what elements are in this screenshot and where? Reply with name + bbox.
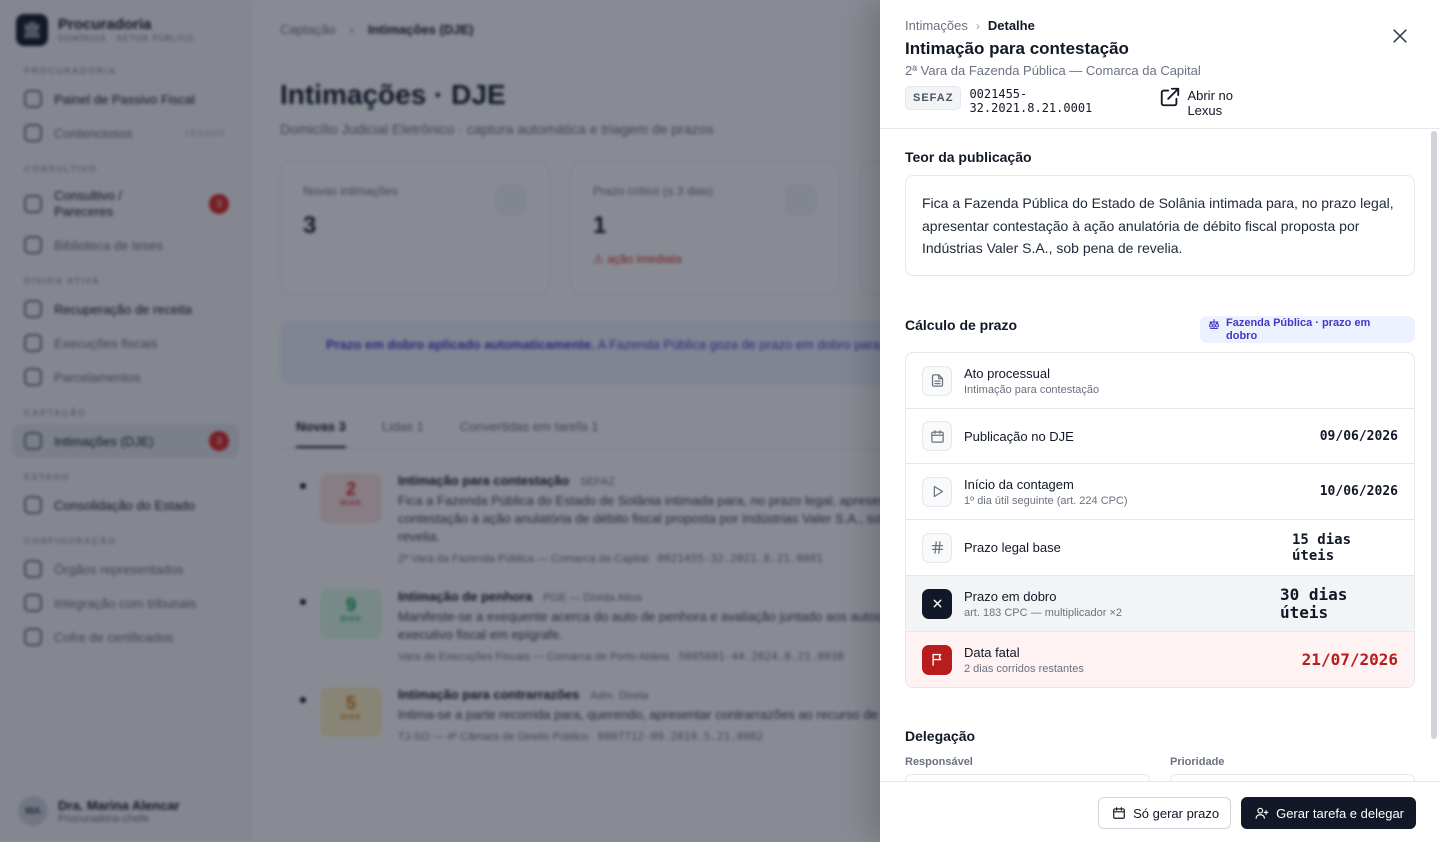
- pill-label: Fazenda Pública · prazo em dobro: [1226, 317, 1371, 342]
- open-lexus-link[interactable]: Abrir no Lexus: [1159, 86, 1247, 118]
- calc-label: Data fatal: [964, 644, 1020, 660]
- drawer-subtitle: 2ª Vara da Fazenda Pública — Comarca da …: [905, 63, 1201, 78]
- calc-value: 15 dias úteis: [1292, 531, 1352, 564]
- calc-row-inicio: Início da contagem 1º dia útil seguinte …: [906, 464, 1414, 520]
- breadcrumb-separator: ›: [975, 18, 980, 33]
- calendar-icon: [922, 421, 952, 451]
- prioridade-select[interactable]: [1170, 774, 1415, 781]
- calc-row-prazo-dobro: Prazo em dobro art. 183 CPC — multiplica…: [906, 576, 1414, 632]
- calc-value: 10/06/2026: [1319, 484, 1398, 499]
- breadcrumb-current: Detalhe: [987, 18, 1035, 33]
- agency-chip: SEFAZ: [905, 86, 962, 110]
- calc-note: art. 183 CPC — multiplicador ×2: [964, 606, 1123, 619]
- open-lexus-label: Abrir no Lexus: [1187, 88, 1233, 118]
- scale-icon: [1208, 318, 1220, 330]
- button-label: Gerar tarefa e delegar: [1276, 805, 1404, 821]
- delegacao-fields: Responsável Prioridade: [905, 756, 1415, 781]
- calc-label: Prazo em dobro: [964, 588, 1057, 604]
- calc-value: 30 dias úteis: [1280, 584, 1348, 622]
- calc-label: Publicação no DJE: [964, 428, 1074, 444]
- breadcrumb-parent[interactable]: Intimações: [905, 18, 968, 33]
- button-label: Só gerar prazo: [1133, 805, 1220, 821]
- close-icon: [1393, 29, 1407, 43]
- hash-icon: [922, 532, 952, 563]
- calc-note: 2 dias corridos restantes: [964, 662, 1084, 675]
- detail-drawer: Intimações › Detalhe Intimação para cont…: [880, 0, 1440, 842]
- calc-value: 21/07/2026: [1301, 650, 1398, 669]
- drawer-breadcrumb: Intimações › Detalhe: [905, 18, 1415, 33]
- calc-note: 1º dia útil seguinte (art. 224 CPC): [964, 494, 1128, 507]
- prazo-dobro-pill: Fazenda Pública · prazo em dobro: [1200, 316, 1415, 343]
- create-task-delegate-button[interactable]: Gerar tarefa e delegar: [1241, 797, 1416, 829]
- calc-row-prazo-base: Prazo legal base 15 dias úteis: [906, 520, 1414, 576]
- calc-label: Ato processual: [964, 365, 1050, 381]
- document-icon: [922, 365, 952, 396]
- calc-table: Ato processual Intimação para contestaçã…: [905, 352, 1415, 688]
- delegacao-title: Delegação: [905, 728, 976, 744]
- drawer-scrollbar[interactable]: [1431, 131, 1437, 739]
- modal-overlay[interactable]: [0, 0, 880, 842]
- field-prioridade: Prioridade: [1170, 756, 1415, 781]
- teor-text: Fica a Fazenda Pública do Estado de Solâ…: [905, 175, 1415, 276]
- drawer-title: Intimação para contestação: [905, 39, 1129, 58]
- process-number: 0021455-32.2021.8.21.0001: [969, 87, 1093, 115]
- calc-header: Cálculo de prazo Fazenda Pública · prazo…: [905, 316, 1415, 343]
- calc-label: Prazo legal base: [964, 540, 1061, 555]
- field-label: Prioridade: [1170, 756, 1225, 768]
- calc-note: Intimação para contestação: [964, 383, 1100, 396]
- calc-row-publicacao: Publicação no DJE 09/06/2026: [906, 409, 1414, 464]
- generate-deadline-button[interactable]: Só gerar prazo: [1098, 797, 1232, 829]
- teor-title: Teor da publicação: [905, 149, 1032, 165]
- external-link-icon: [1161, 87, 1180, 107]
- drawer-header: Intimações › Detalhe Intimação para cont…: [880, 0, 1440, 129]
- drawer-body: Teor da publicação Fica a Fazenda Públic…: [880, 129, 1440, 781]
- calc-value: 09/06/2026: [1319, 428, 1398, 444]
- drawer-footer: Só gerar prazo Gerar tarefa e delegar: [880, 781, 1440, 842]
- field-responsavel: Responsável: [905, 756, 1150, 781]
- multiply-icon: [922, 588, 952, 619]
- calc-label: Início da contagem: [964, 476, 1074, 492]
- close-button[interactable]: [1388, 24, 1412, 48]
- calc-row-data-fatal: Data fatal 2 dias corridos restantes 21/…: [906, 632, 1414, 687]
- play-icon: [922, 476, 952, 507]
- flag-icon: [922, 644, 952, 675]
- responsavel-select[interactable]: [905, 774, 1150, 781]
- calendar-icon: [1113, 807, 1125, 819]
- user-plus-icon: [1255, 807, 1269, 819]
- field-label: Responsável: [905, 756, 973, 768]
- calc-row-ato: Ato processual Intimação para contestaçã…: [906, 353, 1414, 409]
- drawer-meta: SEFAZ 0021455-32.2021.8.21.0001 Abrir no…: [905, 86, 1415, 118]
- calc-title: Cálculo de prazo: [905, 317, 1018, 333]
